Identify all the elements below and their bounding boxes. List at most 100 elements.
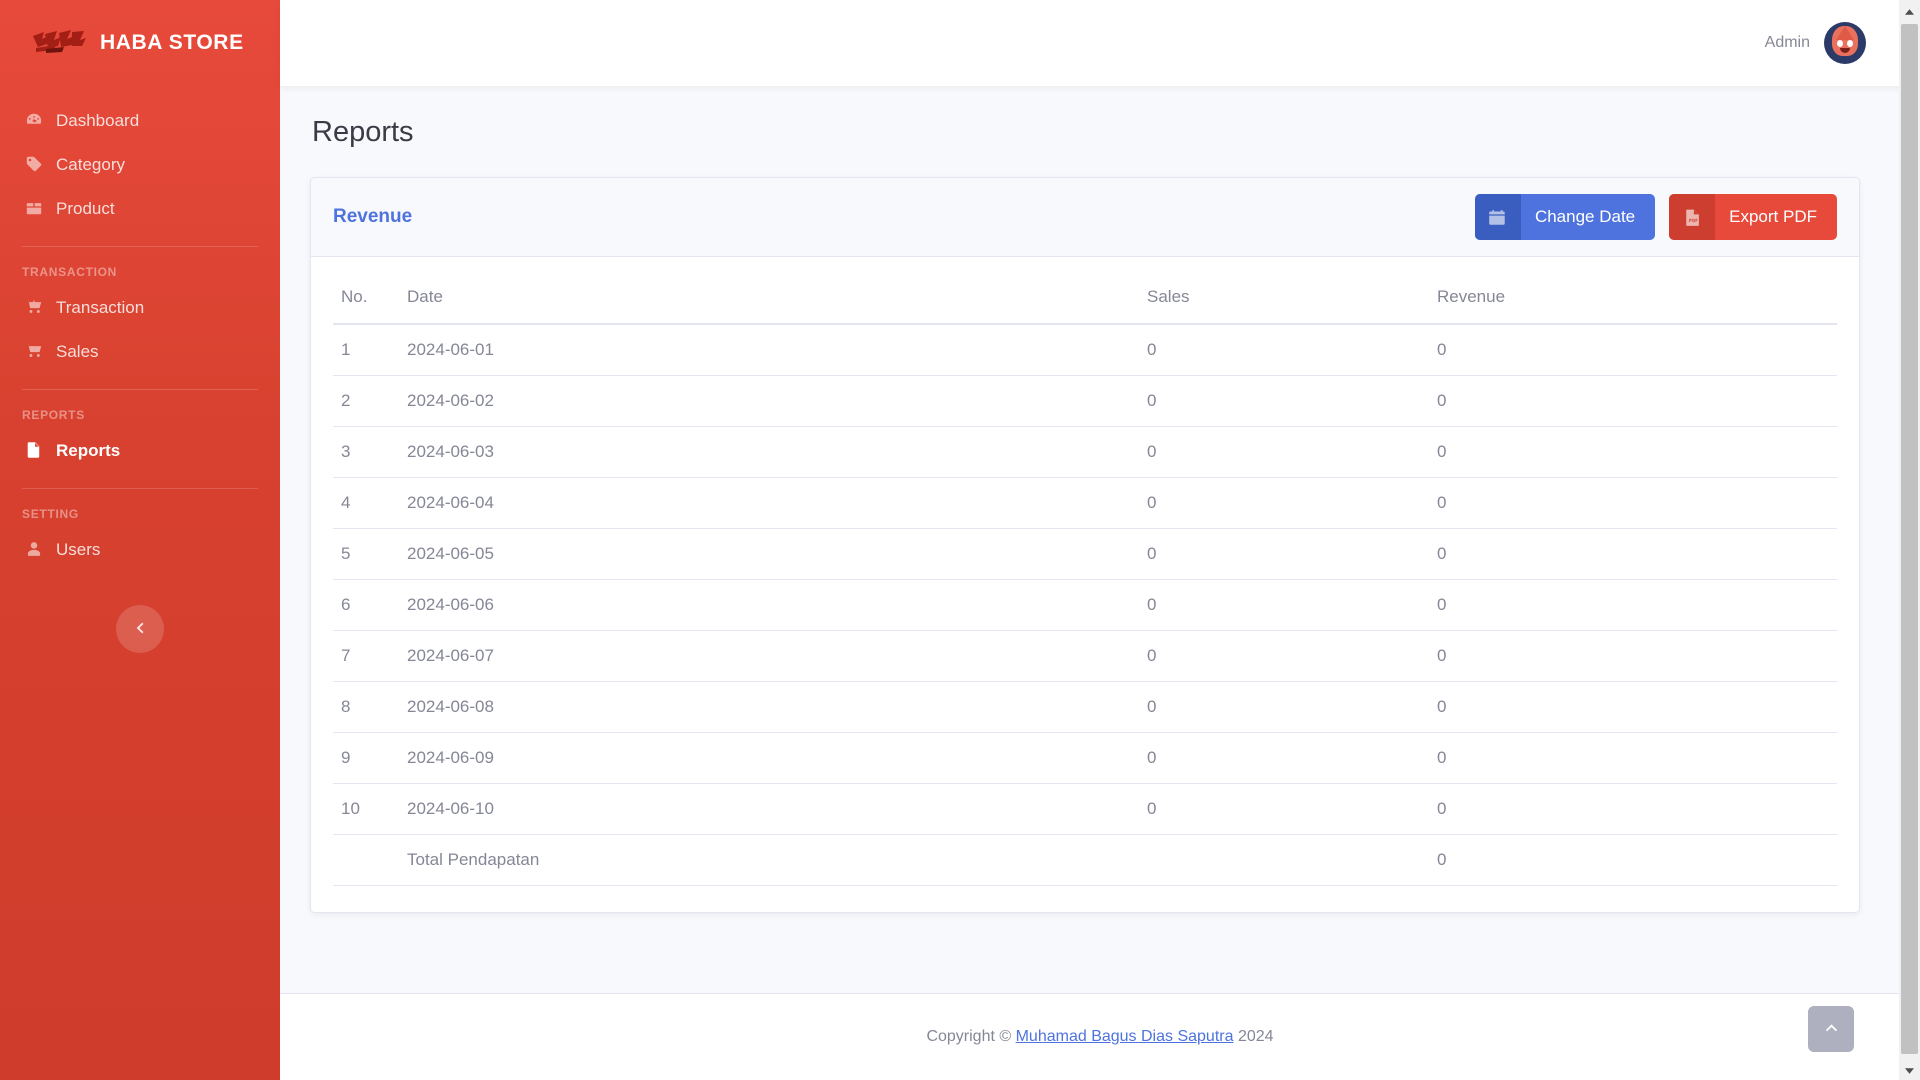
- user-menu[interactable]: Admin: [1765, 22, 1866, 64]
- total-no: [333, 834, 399, 886]
- row-sales: 0: [1139, 732, 1429, 784]
- sidebar-item-category[interactable]: Category: [0, 142, 280, 186]
- page-title: Reports: [312, 116, 414, 148]
- row-sales: 0: [1139, 324, 1429, 376]
- footer-author-link[interactable]: Muhamad Bagus Dias Saputra: [1016, 1028, 1234, 1045]
- row-revenue: 0: [1429, 375, 1837, 427]
- revenue-table: No. Date Sales Revenue 1 2024-06-01 0 0 2 202…: [333, 275, 1837, 886]
- table-row: 7 2024-06-07 0 0: [333, 630, 1837, 682]
- row-no: 7: [333, 630, 399, 682]
- sidebar-item-dashboard[interactable]: Dashboard: [0, 98, 280, 142]
- row-sales: 0: [1139, 783, 1429, 835]
- column-header-sales: Sales: [1139, 275, 1429, 325]
- row-no: 2: [333, 375, 399, 427]
- card-header: Revenue Change Date Export PDF: [311, 178, 1859, 257]
- table-header-row: No. Date Sales Revenue: [333, 275, 1837, 325]
- row-no: 4: [333, 477, 399, 529]
- table-row: 2 2024-06-02 0 0: [333, 375, 1837, 427]
- sidebar-item-reports[interactable]: Reports: [0, 428, 280, 472]
- export-pdf-label: Export PDF: [1729, 207, 1817, 226]
- total-revenue: 0: [1429, 834, 1837, 886]
- table-total-row: Total Pendapatan 0: [333, 834, 1837, 886]
- gauge-icon: [24, 110, 44, 130]
- user-icon: [24, 539, 44, 559]
- sidebar-item-sales[interactable]: Sales: [0, 329, 280, 373]
- row-revenue: 0: [1429, 783, 1837, 835]
- sidebar-item-product[interactable]: Product: [0, 186, 280, 230]
- sidebar-collapse-wrap: [0, 605, 280, 653]
- row-sales: 0: [1139, 477, 1429, 529]
- row-no: 5: [333, 528, 399, 580]
- total-label: Total Pendapatan: [399, 834, 1139, 886]
- row-date: 2024-06-08: [399, 681, 1139, 733]
- sidebar-item-label: Sales: [56, 341, 99, 361]
- row-date: 2024-06-07: [399, 630, 1139, 682]
- avatar[interactable]: [1824, 22, 1866, 64]
- table-row: 1 2024-06-01 0 0: [333, 324, 1837, 376]
- row-date: 2024-06-05: [399, 528, 1139, 580]
- sidebar-item-label: Users: [56, 539, 101, 559]
- chevron-left-icon: [133, 621, 147, 638]
- row-revenue: 0: [1429, 477, 1837, 529]
- scrollbar-up-arrow[interactable]: [1899, 0, 1920, 21]
- sidebar-nav: Dashboard Category Product TRANSACTION Trans…: [0, 86, 280, 571]
- revenue-card: Revenue Change Date Export PDF No. Date …: [310, 177, 1860, 913]
- row-revenue: 0: [1429, 324, 1837, 376]
- table-row: 8 2024-06-08 0 0: [333, 681, 1837, 733]
- scrollbar-down-arrow[interactable]: [1899, 1059, 1920, 1080]
- calendar-icon: [1474, 194, 1521, 240]
- row-no: 8: [333, 681, 399, 733]
- sidebar-heading-setting: SETTING: [22, 507, 79, 521]
- row-no: 6: [333, 579, 399, 631]
- sidebar-collapse-button[interactable]: [116, 605, 164, 653]
- table-foot: Total Pendapatan 0: [333, 834, 1837, 886]
- row-date: 2024-06-10: [399, 783, 1139, 835]
- row-revenue: 0: [1429, 528, 1837, 580]
- sidebar-item-label: Product: [56, 198, 115, 218]
- row-sales: 0: [1139, 426, 1429, 478]
- row-no: 9: [333, 732, 399, 784]
- sidebar: HABA STORE Dashboard Category Product TRANS…: [0, 0, 280, 1080]
- row-revenue: 0: [1429, 681, 1837, 733]
- page-scroll-area: Reports Revenue Change Date Export PDF N…: [280, 86, 1920, 994]
- content-column: Admin Reports Revenue Change Date Export…: [280, 0, 1920, 1080]
- box-icon: [24, 198, 44, 218]
- table-row: 4 2024-06-04 0 0: [333, 477, 1837, 529]
- file-icon: [24, 440, 44, 460]
- table-row: 6 2024-06-06 0 0: [333, 579, 1837, 631]
- user-name: Admin: [1764, 34, 1810, 51]
- table-head: No. Date Sales Revenue: [333, 275, 1837, 325]
- sidebar-item-transaction[interactable]: Transaction: [0, 285, 280, 329]
- footer: Copyright © Muhamad Bagus Dias Saputra 2…: [280, 994, 1920, 1080]
- column-header-no: No.: [333, 275, 399, 325]
- row-date: 2024-06-03: [399, 426, 1139, 478]
- scrollbar-thumb[interactable]: [1901, 24, 1918, 1054]
- card-title-revenue[interactable]: Revenue: [333, 206, 412, 228]
- footer-prefix: Copyright ©: [926, 1028, 1016, 1045]
- brand-name: HABA STORE: [100, 31, 244, 54]
- chevron-up-icon: [1824, 1020, 1839, 1038]
- row-sales: 0: [1139, 681, 1429, 733]
- change-date-button[interactable]: Change Date: [1474, 194, 1656, 240]
- card-header-actions: Change Date Export PDF: [1474, 194, 1837, 240]
- sidebar-heading-reports: REPORTS: [22, 408, 85, 422]
- scroll-to-top-button[interactable]: [1808, 1006, 1854, 1052]
- app-root: HABA STORE Dashboard Category Product TRANS…: [0, 0, 1920, 1080]
- footer-suffix: 2024: [1233, 1028, 1274, 1045]
- row-date: 2024-06-06: [399, 579, 1139, 631]
- page-scrollbar[interactable]: [1899, 0, 1920, 1080]
- row-date: 2024-06-04: [399, 477, 1139, 529]
- row-no: 3: [333, 426, 399, 478]
- table-row: 9 2024-06-09 0 0: [333, 732, 1837, 784]
- export-pdf-button[interactable]: Export PDF: [1669, 194, 1837, 240]
- shopping-cart-icon: [24, 341, 44, 361]
- table-row: 3 2024-06-03 0 0: [333, 426, 1837, 478]
- sidebar-item-users[interactable]: Users: [0, 527, 280, 571]
- brand[interactable]: HABA STORE: [0, 0, 280, 86]
- table-body: 1 2024-06-01 0 0 2 2024-06-02 0 0 3 2024-06-03 0 0 4…: [333, 324, 1837, 835]
- change-date-label: Change Date: [1534, 207, 1636, 226]
- row-sales: 0: [1139, 630, 1429, 682]
- avatar-eye-right: [1846, 39, 1853, 47]
- row-date: 2024-06-09: [399, 732, 1139, 784]
- sidebar-item-label: Category: [56, 154, 125, 174]
